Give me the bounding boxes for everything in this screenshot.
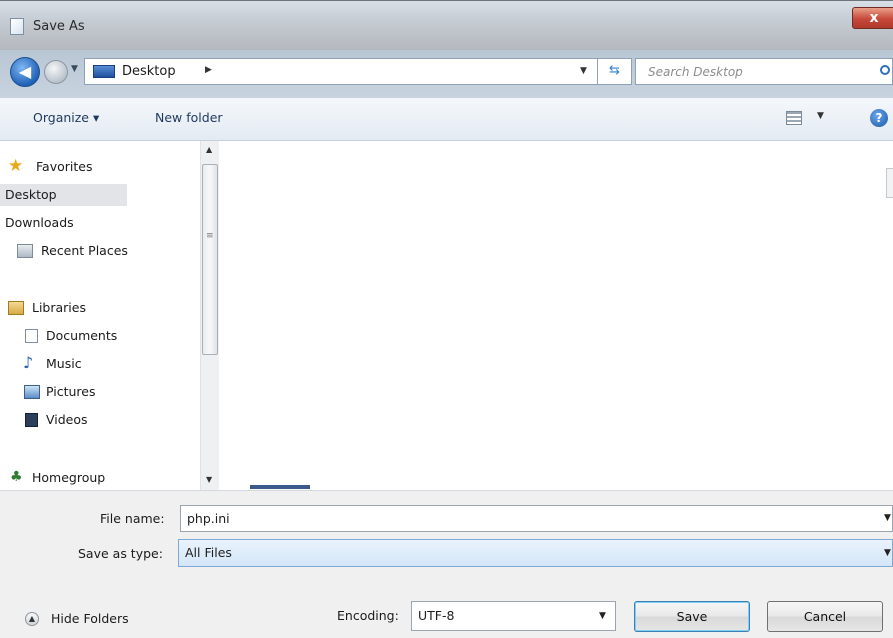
file-name-label: File name: — [100, 511, 165, 526]
file-list-area[interactable] — [219, 141, 893, 490]
sidebar-item-videos[interactable]: Videos — [5, 409, 88, 431]
view-options-dropdown-icon[interactable]: ▼ — [817, 111, 824, 121]
change-view-icon[interactable] — [786, 111, 802, 125]
libraries-icon — [8, 301, 24, 315]
sidebar-item-label: Documents — [46, 328, 118, 343]
cancel-button[interactable]: Cancel — [767, 601, 883, 632]
sidebar-item-label: Recent Places — [41, 243, 128, 258]
sidebar-item-downloads[interactable]: Downloads — [0, 212, 74, 234]
save-button[interactable]: Save — [634, 601, 750, 632]
refresh-button[interactable]: ⇆ — [598, 58, 632, 85]
hide-folders-icon[interactable]: ▲ — [25, 612, 39, 626]
sidebar-item-documents[interactable]: Documents — [5, 325, 117, 347]
sidebar-item-recent-places[interactable]: Recent Places — [5, 240, 128, 262]
scroll-up-arrow-icon[interactable]: ▲ — [206, 145, 212, 154]
document-icon — [10, 18, 24, 35]
search-placeholder: Search Desktop — [648, 65, 743, 79]
favorites-header-label: Favorites — [36, 159, 93, 174]
back-button[interactable]: ◀ — [10, 57, 40, 87]
organize-button[interactable]: Organize ▾ — [33, 110, 99, 125]
recent-places-icon — [17, 244, 33, 258]
music-icon: ♪ — [23, 353, 34, 372]
encoding-select[interactable]: UTF-8 — [411, 601, 616, 631]
file-name-value: php.ini — [187, 511, 230, 526]
sidebar-item-label: Music — [46, 356, 82, 371]
sidebar-item-pictures[interactable]: Pictures — [5, 381, 96, 403]
homegroup-icon: ♣ — [10, 469, 23, 485]
navigation-pane-scrollbar[interactable]: ▲ ≡ ▼ — [200, 141, 219, 490]
file-list-scrollbar[interactable] — [886, 168, 893, 198]
save-as-type-dropdown-icon[interactable]: ▼ — [884, 548, 891, 558]
videos-icon — [25, 413, 38, 427]
sidebar-item-music[interactable]: ♪ Music — [5, 353, 82, 375]
encoding-dropdown-icon[interactable]: ▼ — [599, 611, 606, 621]
file-name-dropdown-icon[interactable]: ▼ — [884, 513, 891, 523]
address-dropdown-icon[interactable]: ▼ — [580, 66, 587, 76]
libraries-header-label: Libraries — [32, 300, 86, 315]
save-as-type-select[interactable]: All Files — [178, 539, 893, 567]
file-item-icon[interactable] — [250, 485, 310, 489]
new-folder-button[interactable]: New folder — [155, 110, 223, 125]
documents-icon — [25, 329, 38, 343]
navigation-pane: ★ Favorites Desktop Downloads Recent Pla… — [0, 141, 200, 490]
save-options-panel: File name: php.ini ▼ Save as type: All F… — [0, 490, 893, 638]
scrollbar-thumb[interactable] — [202, 164, 218, 355]
desktop-folder-icon — [93, 65, 115, 78]
search-icon[interactable] — [880, 65, 890, 75]
recent-pages-arrow-icon[interactable]: ▼ — [71, 64, 78, 74]
search-input[interactable]: Search Desktop — [635, 58, 893, 85]
help-icon[interactable]: ? — [870, 109, 888, 127]
title-bar: Save As x — [0, 0, 893, 50]
breadcrumb-arrow-icon[interactable]: ▶ — [205, 65, 212, 75]
command-toolbar: Organize ▾ New folder ▼ ? — [0, 98, 893, 141]
sidebar-item-homegroup[interactable]: ♣ Homegroup — [5, 467, 105, 489]
sidebar-item-label: Downloads — [5, 215, 74, 230]
sidebar-item-desktop[interactable]: Desktop — [0, 184, 127, 206]
breadcrumb-desktop[interactable]: Desktop — [122, 64, 176, 79]
sidebar-item-label: Homegroup — [32, 470, 106, 485]
sidebar-item-label: Videos — [46, 412, 88, 427]
navigation-bar: ◀ ▼ Desktop ▶ ▼ ⇆ Search Desktop — [0, 50, 893, 98]
file-name-field[interactable]: php.ini — [180, 505, 893, 532]
save-as-type-label: Save as type: — [78, 546, 163, 561]
address-bar[interactable]: Desktop ▶ ▼ — [84, 58, 598, 85]
encoding-value: UTF-8 — [418, 608, 455, 623]
favorites-star-icon: ★ — [8, 156, 24, 176]
encoding-label: Encoding: — [337, 608, 399, 623]
forward-button[interactable] — [44, 60, 68, 84]
favorites-header[interactable]: ★ Favorites — [8, 156, 93, 178]
libraries-header[interactable]: Libraries — [5, 297, 86, 319]
close-button[interactable]: x — [852, 7, 893, 29]
sidebar-item-label: Pictures — [46, 384, 96, 399]
window-title: Save As — [33, 19, 85, 34]
hide-folders-button[interactable]: Hide Folders — [51, 611, 129, 626]
pictures-icon — [24, 385, 40, 399]
scrollbar-grip-icon: ≡ — [206, 231, 214, 241]
scroll-down-arrow-icon[interactable]: ▼ — [206, 475, 212, 484]
save-as-type-value: All Files — [185, 545, 232, 560]
sidebar-item-label: Desktop — [5, 187, 57, 202]
